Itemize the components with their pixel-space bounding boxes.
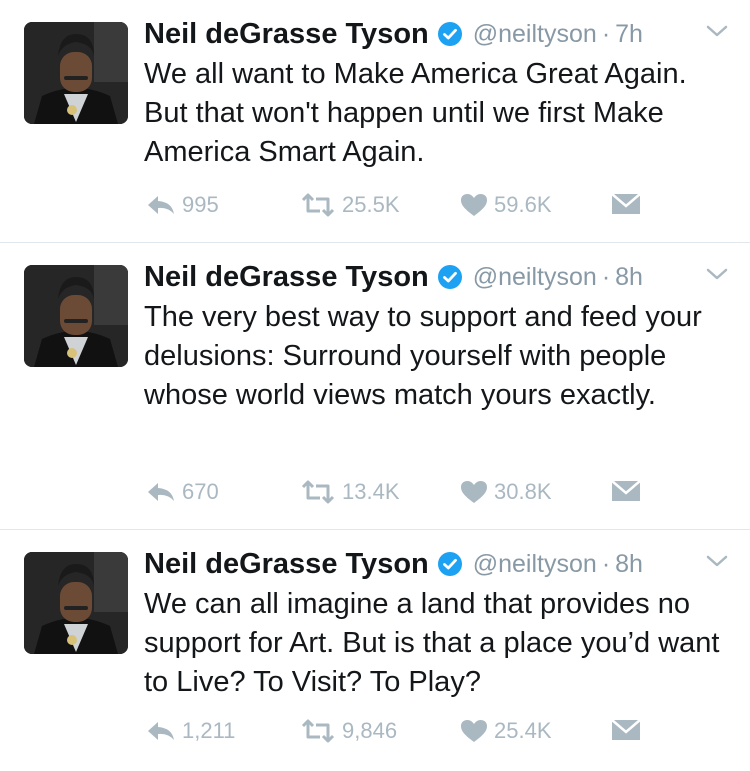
- retweet-icon: [300, 193, 336, 217]
- author-name[interactable]: Neil deGrasse Tyson: [144, 548, 429, 581]
- author-name[interactable]: Neil deGrasse Tyson: [144, 18, 429, 51]
- reply-count: 1,211: [182, 718, 236, 743]
- tweet-timestamp[interactable]: 7h: [615, 20, 643, 49]
- retweet-button[interactable]: 9,846: [300, 718, 397, 744]
- direct-message-button[interactable]: [610, 718, 642, 742]
- heart-icon: [460, 193, 488, 217]
- reply-count: 995: [182, 192, 219, 217]
- like-count: 30.8K: [494, 479, 552, 504]
- tweet-header: Neil deGrasse Tyson @neiltyson · 8h: [144, 259, 720, 295]
- avatar[interactable]: [24, 552, 128, 654]
- reply-arrow-icon: [146, 480, 176, 504]
- tweet[interactable]: Neil deGrasse Tyson @neiltyson · 8h The …: [0, 243, 750, 530]
- envelope-icon: [610, 718, 642, 742]
- chevron-down-icon[interactable]: [704, 22, 730, 40]
- reply-arrow-icon: [146, 719, 176, 743]
- retweet-count: 25.5K: [342, 192, 400, 217]
- tweet-timestamp[interactable]: 8h: [615, 263, 643, 292]
- separator-dot: ·: [601, 262, 611, 291]
- tweet[interactable]: Neil deGrasse Tyson @neiltyson · 8h We c…: [0, 530, 750, 771]
- avatar[interactable]: [24, 265, 128, 367]
- chevron-down-icon[interactable]: [704, 552, 730, 570]
- direct-message-button[interactable]: [610, 192, 642, 216]
- separator-dot: ·: [601, 19, 611, 48]
- like-button[interactable]: 25.4K: [460, 718, 552, 744]
- author-handle[interactable]: @neiltyson: [473, 20, 597, 49]
- direct-message-button[interactable]: [610, 479, 642, 503]
- like-count: 59.6K: [494, 192, 552, 217]
- retweet-icon: [300, 480, 336, 504]
- tweet-header: Neil deGrasse Tyson @neiltyson · 8h: [144, 546, 720, 582]
- tweet[interactable]: Neil deGrasse Tyson @neiltyson · 7h We a…: [0, 0, 750, 243]
- tweet-timeline: Neil deGrasse Tyson @neiltyson · 7h We a…: [0, 0, 750, 771]
- like-count: 25.4K: [494, 718, 552, 743]
- verified-badge-icon: [437, 21, 463, 47]
- tweet-actions: 670 13.4K 30.8K: [146, 479, 666, 509]
- tweet-text: We can all imagine a land that provides …: [144, 588, 720, 698]
- tweet-text: We all want to Make America Great Again.…: [144, 58, 687, 168]
- like-button[interactable]: 30.8K: [460, 479, 552, 505]
- reply-button[interactable]: 1,211: [146, 718, 235, 744]
- verified-badge-icon: [437, 264, 463, 290]
- separator-dot: ·: [601, 549, 611, 578]
- envelope-icon: [610, 192, 642, 216]
- retweet-button[interactable]: 25.5K: [300, 192, 400, 218]
- tweet-actions: 995 25.5K 59.6K: [146, 192, 666, 222]
- heart-icon: [460, 719, 488, 743]
- reply-button[interactable]: 670: [146, 479, 219, 505]
- verified-badge-icon: [437, 551, 463, 577]
- avatar[interactable]: [24, 22, 128, 124]
- retweet-count: 13.4K: [342, 479, 400, 504]
- envelope-icon: [610, 479, 642, 503]
- author-name[interactable]: Neil deGrasse Tyson: [144, 261, 429, 294]
- like-button[interactable]: 59.6K: [460, 192, 552, 218]
- author-handle[interactable]: @neiltyson: [473, 550, 597, 579]
- heart-icon: [460, 480, 488, 504]
- tweet-text: The very best way to support and feed yo…: [144, 301, 702, 411]
- reply-count: 670: [182, 479, 219, 504]
- tweet-header: Neil deGrasse Tyson @neiltyson · 7h: [144, 16, 720, 52]
- retweet-icon: [300, 719, 336, 743]
- tweet-actions: 1,211 9,846 25.4K: [146, 718, 666, 748]
- chevron-down-icon[interactable]: [704, 265, 730, 283]
- retweet-count: 9,846: [342, 718, 398, 743]
- tweet-timestamp[interactable]: 8h: [615, 550, 643, 579]
- reply-arrow-icon: [146, 193, 176, 217]
- retweet-button[interactable]: 13.4K: [300, 479, 400, 505]
- reply-button[interactable]: 995: [146, 192, 219, 218]
- author-handle[interactable]: @neiltyson: [473, 263, 597, 292]
